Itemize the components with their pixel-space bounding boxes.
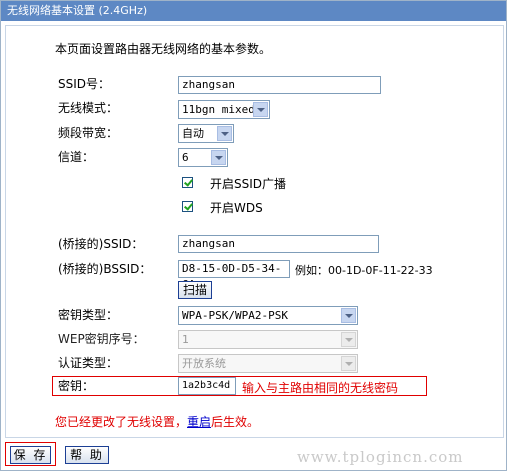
key-type-value: WPA-PSK/WPA2-PSK [182,309,288,322]
wds-checkbox[interactable] [182,201,193,212]
bridge-bssid-input[interactable]: D8-15-0D-D5-34-6A [178,260,290,291]
wds-label: 开启WDS [210,201,263,215]
bandwidth-value: 自动 [182,127,204,140]
bssid-example: 例如：00-1D-0F-11-22-33 [295,264,433,277]
chevron-down-icon [341,332,356,347]
auth-type-value: 开放系统 [182,357,226,370]
bridge-bssid-label: (桥接的)BSSID： [58,262,152,276]
key-type-select[interactable]: WPA-PSK/WPA2-PSK [178,306,358,325]
chevron-down-icon [341,356,356,371]
scan-button[interactable]: 扫描 [178,281,212,299]
channel-select[interactable]: 6 [178,148,228,167]
wep-index-value: 1 [182,333,189,346]
wep-index-label: WEP密钥序号： [58,332,145,346]
wireless-mode-value: 11bgn mixed [182,103,255,116]
notice-text-end: 后生效。 [211,415,260,429]
save-button[interactable]: 保 存 [10,446,51,464]
ssid-label: SSID号： [58,77,111,91]
bridge-ssid-label: (桥接的)SSID： [58,237,144,251]
chevron-down-icon [253,102,268,117]
help-button[interactable]: 帮 助 [65,446,109,464]
bandwidth-label: 频段带宽： [58,126,119,140]
settings-panel: 本页面设置路由器无线网络的基本参数。 SSID号： zhangsan 无线模式：… [5,25,504,438]
bandwidth-select[interactable]: 自动 [178,124,234,143]
wireless-mode-select[interactable]: 11bgn mixed [178,100,270,119]
auth-type-label: 认证类型： [58,356,119,370]
page-title: 无线网络基本设置 (2.4GHz) [7,4,148,17]
key-input[interactable]: 1a2b3c4d [178,377,236,395]
intro-text: 本页面设置路由器无线网络的基本参数。 [55,42,272,56]
settings-window: 无线网络基本设置 (2.4GHz) 本页面设置路由器无线网络的基本参数。 SSI… [0,0,507,471]
reboot-link[interactable]: 重启 [187,415,211,429]
wep-index-select[interactable]: 1 [178,330,358,349]
key-hint: 输入与主路由相同的无线密码 [242,381,399,395]
notice-text: 您已经更改了无线设置， [55,415,188,429]
wireless-mode-label: 无线模式： [58,101,119,115]
chevron-down-icon [341,308,356,323]
key-type-label: 密钥类型： [58,308,119,322]
channel-label: 信道： [58,150,95,164]
bridge-ssid-input[interactable]: zhangsan [178,235,379,253]
channel-value: 6 [182,151,189,164]
ssid-broadcast-checkbox[interactable] [182,177,193,188]
ssid-input[interactable]: zhangsan [178,76,381,94]
chevron-down-icon [211,150,226,165]
chevron-down-icon [217,126,232,141]
auth-type-select[interactable]: 开放系统 [178,354,358,373]
ssid-broadcast-label: 开启SSID广播 [210,177,287,191]
watermark: www.tplogincn.com [297,448,464,466]
reboot-notice: 您已经更改了无线设置，重启后生效。 [55,413,259,430]
key-label: 密钥： [58,379,95,393]
title-bar: 无线网络基本设置 (2.4GHz) [1,1,506,21]
